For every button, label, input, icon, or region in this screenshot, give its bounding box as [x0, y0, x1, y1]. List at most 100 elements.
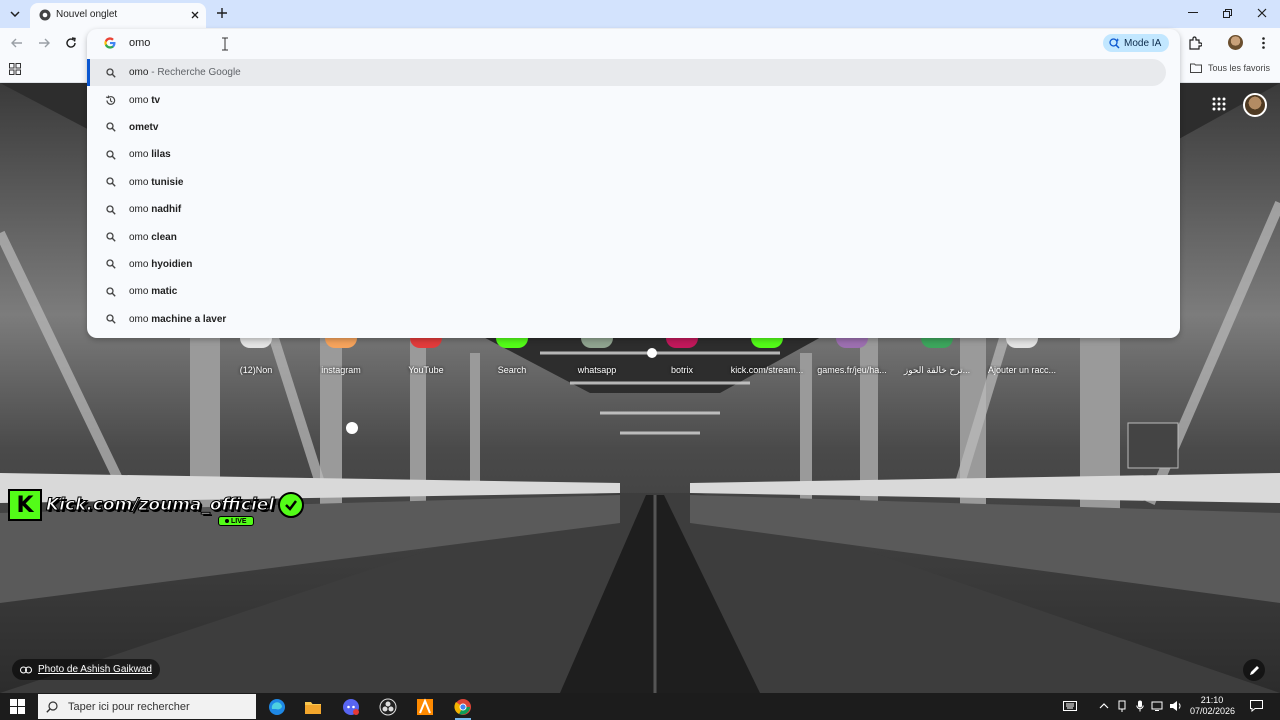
app-orange-icon[interactable]	[414, 696, 436, 718]
new-tab-button[interactable]	[215, 6, 229, 20]
shortcut-tile[interactable]: whatsapp	[555, 338, 639, 375]
chevron-up-icon[interactable]	[1097, 699, 1111, 713]
suggestion-item[interactable]: omo machine a laver	[87, 306, 1180, 333]
arrow-left-icon	[11, 38, 22, 48]
search-icon	[105, 204, 116, 215]
kick-overlay-text: Kick.com/zouma_officiel	[45, 495, 275, 516]
windows-start-icon[interactable]	[10, 699, 25, 714]
suggestion-item[interactable]: omo hyoidien	[87, 251, 1180, 278]
kick-overlay: K Kick.com/zouma_officiel	[8, 489, 305, 521]
discord-app-icon[interactable]	[340, 696, 362, 718]
close-window-button[interactable]	[1255, 6, 1269, 20]
back-button[interactable]	[10, 36, 24, 50]
suggestion-prefix: omo	[129, 94, 149, 106]
suggestion-prefix: omo	[129, 149, 149, 161]
ai-search-icon	[1109, 37, 1120, 49]
shortcut-tile[interactable]: botrix	[640, 338, 724, 375]
shortcut-tile[interactable]: games.fr/jeu/ha...	[810, 338, 894, 375]
suggestion-item[interactable]: omo - Recherche Google	[87, 59, 1166, 87]
kick-logo-icon: K	[8, 489, 42, 521]
suggestion-item[interactable]: omo tunisie	[87, 169, 1180, 196]
obs-app-icon[interactable]	[377, 696, 399, 718]
profile-avatar[interactable]	[1228, 35, 1243, 50]
shortcut-icon	[325, 338, 357, 348]
add-icon	[1006, 338, 1038, 348]
shortcut-tile[interactable]: YouTube	[384, 338, 468, 375]
chrome-app-icon[interactable]	[452, 696, 474, 720]
more-vert-icon	[1261, 37, 1265, 49]
suggestion-item[interactable]: omo nadhif	[87, 196, 1180, 223]
photo-credit-link[interactable]: Photo de Ashish Gaikwad	[12, 659, 160, 680]
shortcut-label: botrix	[670, 365, 693, 375]
search-icon	[105, 122, 116, 133]
shortcut-tile[interactable]: (12)Non	[214, 338, 298, 375]
search-icon	[105, 232, 116, 243]
omnibox-input[interactable]: omo	[129, 37, 150, 49]
file-explorer-icon[interactable]	[302, 696, 324, 718]
suggestion-item[interactable]: omo matic	[87, 278, 1180, 305]
apps-icon[interactable]	[9, 63, 21, 75]
suggestion-text: omo hyoidien	[129, 259, 192, 270]
history-icon	[105, 95, 116, 106]
all-bookmarks-label: Tous les favoris	[1208, 63, 1271, 73]
close-tab-button[interactable]	[189, 9, 201, 21]
edge-app-icon[interactable]	[266, 696, 288, 718]
search-icon	[105, 259, 116, 270]
suggestion-prefix: omo	[129, 204, 149, 216]
suggestion-item[interactable]: omo tv	[87, 86, 1180, 113]
google-apps-icon[interactable]	[1212, 97, 1226, 111]
minimize-icon	[1188, 12, 1198, 13]
shortcut-label: YouTube	[408, 365, 444, 375]
search-icon	[105, 177, 116, 188]
tab-search-button[interactable]	[6, 5, 24, 23]
notifications-icon[interactable]	[1249, 699, 1263, 713]
keyboard-layout-icon[interactable]	[1063, 699, 1077, 713]
tab-title: Nouvel onglet	[56, 9, 118, 20]
suggestion-item[interactable]: omo clean	[87, 223, 1180, 250]
suggestion-completion: machine a laver	[148, 313, 227, 325]
suggestion-completion: tv	[148, 94, 161, 106]
taskbar-search-box[interactable]: Taper ici pour rechercher	[38, 694, 256, 719]
photo-credit-text: Photo de Ashish Gaikwad	[38, 664, 152, 675]
all-bookmarks-button[interactable]: Tous les favoris	[1190, 63, 1270, 73]
ntp-account-avatar[interactable]	[1243, 93, 1267, 117]
shortcut-icon	[240, 338, 272, 348]
usb-icon[interactable]	[1115, 699, 1129, 713]
shortcut-label: Search	[497, 365, 527, 375]
mode-ia-button[interactable]: Mode IA	[1103, 34, 1170, 52]
menu-button[interactable]	[1257, 36, 1269, 50]
mode-ia-label: Mode IA	[1124, 37, 1162, 49]
suggestion-item[interactable]: omo lilas	[87, 141, 1180, 168]
tab-strip: Nouvel onglet	[0, 0, 1280, 28]
link-icon	[20, 666, 32, 673]
pencil-icon	[1249, 665, 1259, 675]
clock-date: 07/02/2026	[1190, 706, 1236, 716]
add-shortcut-tile[interactable]: Ajouter un racc...	[980, 338, 1064, 375]
suggestion-completion: matic	[148, 286, 178, 298]
search-icon	[105, 149, 116, 160]
shortcut-tiles: (12)Non instagram YouTube Search whatsap…	[0, 338, 1280, 378]
shortcut-tile[interactable]: ترح خالقة الحوز...	[895, 338, 979, 376]
suggestion-prefix: omo	[129, 286, 149, 298]
shortcut-tile[interactable]: Search	[470, 338, 554, 375]
tab-new-tab[interactable]: Nouvel onglet	[30, 3, 206, 28]
suggestion-item[interactable]: ometv	[87, 114, 1180, 141]
volume-icon[interactable]	[1169, 699, 1183, 713]
chrome-icon	[39, 9, 51, 21]
shortcut-tile[interactable]: kick.com/stream...	[725, 338, 809, 375]
microphone-icon[interactable]	[1133, 699, 1147, 713]
extensions-puzzle-icon[interactable]	[1188, 36, 1202, 50]
shortcut-icon	[836, 338, 868, 348]
restore-button[interactable]	[1220, 6, 1234, 20]
shortcut-icon	[496, 338, 528, 348]
shortcut-label: ترح خالقة الحوز...	[903, 365, 971, 375]
network-icon[interactable]	[1151, 699, 1165, 713]
forward-button[interactable]	[37, 36, 51, 50]
minimize-button[interactable]	[1186, 6, 1200, 20]
shortcut-tile[interactable]: instagram	[299, 338, 383, 375]
customize-pencil-button[interactable]	[1243, 659, 1265, 681]
reload-button[interactable]	[64, 36, 78, 50]
shortcut-label: kick.com/stream...	[730, 365, 804, 375]
suggestion-text: omo tunisie	[129, 177, 183, 188]
system-clock[interactable]: 21:10 07/02/2026	[1190, 695, 1236, 717]
